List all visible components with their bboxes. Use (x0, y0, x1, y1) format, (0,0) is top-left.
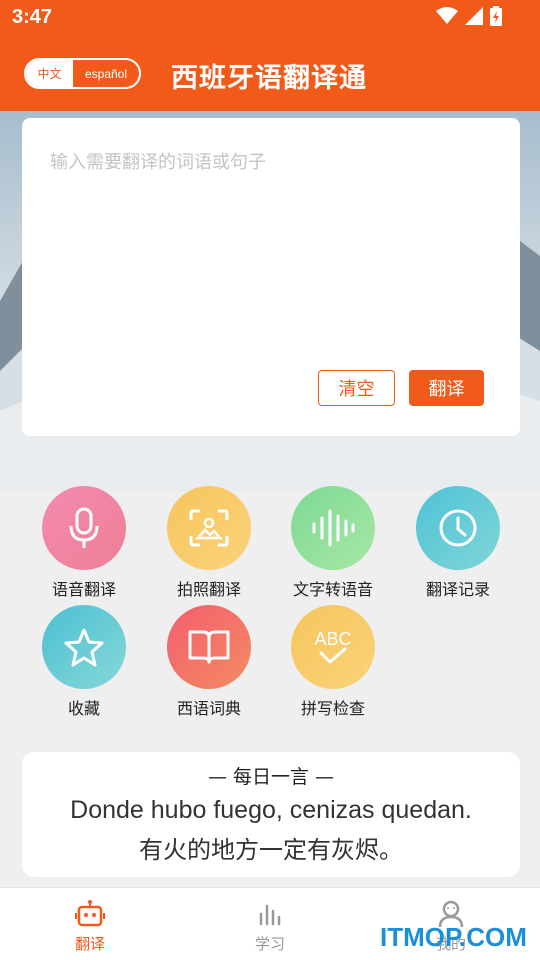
feature-label: 西语词典 (176, 699, 241, 718)
lang-option-spanish[interactable]: español (73, 60, 139, 87)
microphone-icon (42, 486, 126, 570)
status-bar: 3:47 (0, 0, 540, 36)
svg-text:ABC: ABC (314, 629, 351, 649)
feature-label: 语音翻译 (51, 580, 116, 599)
translate-input[interactable] (50, 148, 490, 348)
photo-scan-icon (167, 486, 251, 570)
input-card: 清空 翻译 (22, 118, 520, 436)
feature-label: 拍照翻译 (176, 580, 241, 599)
bar-chart-icon (259, 904, 281, 926)
robot-icon (75, 900, 105, 927)
star-icon (42, 605, 126, 689)
nav-tab-study[interactable]: 学习 (215, 900, 325, 954)
app-header: 3:47 中文 español 西班牙语翻译通 (0, 0, 540, 111)
feature-history[interactable]: 翻译记录 (396, 486, 520, 600)
status-icons (436, 6, 502, 26)
feature-photo-translate[interactable]: 拍照翻译 (147, 486, 271, 600)
clock-icon (416, 486, 500, 570)
nav-label: 学习 (254, 935, 285, 953)
battery-icon (490, 6, 502, 26)
feature-dictionary[interactable]: 西语词典 (147, 605, 271, 719)
feature-label: 翻译记录 (425, 580, 490, 599)
translate-button[interactable]: 翻译 (409, 370, 484, 406)
wifi-icon (436, 7, 458, 24)
lang-option-chinese[interactable]: 中文 (26, 60, 73, 87)
daily-quote-card: — 每日一言 — Donde hubo fuego, cenizas queda… (22, 752, 520, 877)
feature-label: 文字转语音 (292, 580, 373, 599)
sound-wave-icon (291, 486, 375, 570)
quote-chinese: 有火的地方一定有灰烬。 (139, 836, 403, 864)
nav-label: 翻译 (74, 935, 105, 953)
abc-check-icon: ABC (291, 605, 375, 689)
feature-voice-translate[interactable]: 语音翻译 (22, 486, 146, 600)
feature-text-to-speech[interactable]: 文字转语音 (271, 486, 395, 600)
feature-label: 收藏 (67, 699, 100, 718)
nav-tab-translate[interactable]: 翻译 (35, 900, 145, 954)
app-title: 西班牙语翻译通 (171, 63, 367, 94)
feature-spell-check[interactable]: ABC 拼写检查 (271, 605, 395, 719)
site-watermark: ITMOP.COM (380, 922, 527, 952)
feature-favorites[interactable]: 收藏 (22, 605, 146, 719)
daily-quote-title: — 每日一言 — (207, 766, 335, 788)
book-icon (167, 605, 251, 689)
feature-label: 拼写检查 (300, 699, 365, 718)
status-time: 3:47 (12, 6, 53, 28)
language-toggle[interactable]: 中文 español (24, 58, 141, 89)
clear-button[interactable]: 清空 (318, 370, 395, 406)
signal-icon (465, 7, 483, 25)
quote-spanish: Donde hubo fuego, cenizas quedan. (70, 796, 472, 824)
